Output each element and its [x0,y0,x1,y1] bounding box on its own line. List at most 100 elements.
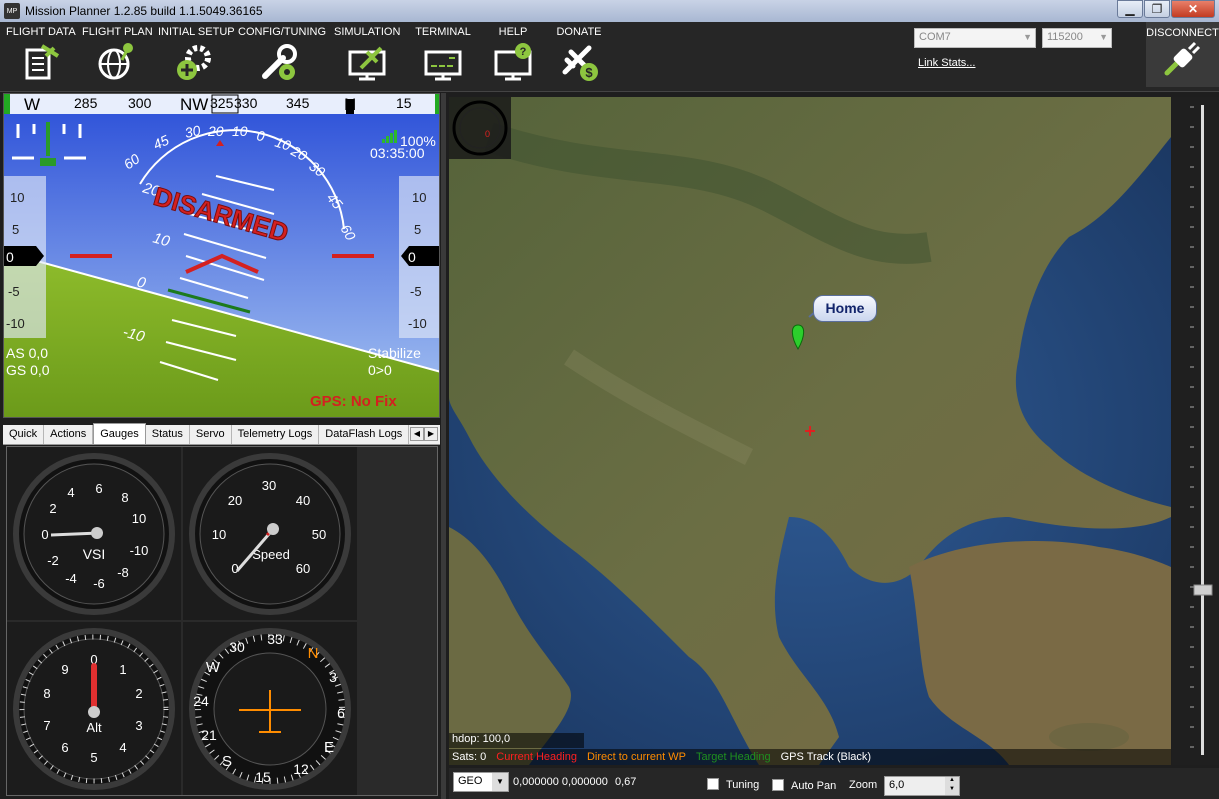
autopan-checkbox[interactable] [772,779,784,791]
chevron-down-icon: ▼ [1023,32,1032,42]
chevron-up-icon[interactable]: ▲ [945,777,959,786]
speed-tape-label: -5 [8,284,20,299]
menu-simulation[interactable]: SIMULATION [334,26,400,82]
compass-tick: W [206,659,221,676]
altitude-tick: 5 [90,750,97,765]
tab-telemetry-logs[interactable]: Telemetry Logs [232,425,320,444]
tab-actions[interactable]: Actions [44,425,94,444]
maximize-button[interactable]: ❐ [1144,0,1170,18]
tuning-checkbox[interactable] [707,778,719,790]
altitude-tape-label: -5 [410,284,422,299]
vsi-tick: 4 [67,485,74,500]
vsi-tick: 2 [49,501,56,516]
compass-tick: 15 [255,769,271,785]
altitude-tick: 8 [43,686,50,701]
altitude-gauge: 0 1 9 2 8 3 7 4 6 5 Alt [7,622,181,795]
gauges-panel: 6 4 8 2 10 0 -10 -2 -8 -4 -6 VSI 30 20 4… [6,446,438,796]
window-title: Mission Planner 1.2.85 build 1.1.5049.36… [25,4,263,18]
speed-gauge: 30 20 40 10 50 0 60 Speed [183,447,357,620]
speed-tick: 10 [212,527,226,542]
vsi-tick: 6 [95,481,102,496]
tab-quick[interactable]: Quick [3,425,45,444]
vsi-tick: -8 [117,565,129,580]
donate-icon: $ [562,45,598,81]
vsi-tick: -2 [47,553,59,568]
map-legend: Sats: 0 Current Heading Direct to curren… [449,749,1171,765]
tab-scroll-right-icon[interactable]: ▶ [424,427,438,441]
title-bar: MP Mission Planner 1.2.85 build 1.1.5049… [0,0,1219,22]
tab-gauges[interactable]: Gauges [93,423,146,444]
menu-config-tuning[interactable]: CONFIG/TUNING [238,26,326,82]
speed-tape-label: -10 [6,316,25,331]
zoom-thumb[interactable] [1193,584,1213,596]
heading-label: 345 [286,95,310,111]
flight-time: 03:35:00 [370,145,425,161]
zoom-slider[interactable] [1172,97,1219,765]
help-icon: ? [494,43,532,81]
compass-tick: 6 [337,705,345,721]
menu-initial-setup[interactable]: INITIAL SETUP [158,26,235,82]
altitude-tick: 9 [61,662,68,677]
map-view[interactable]: 0 [449,97,1171,765]
chevron-down-icon[interactable]: ▼ [945,786,959,795]
altitude-tape-label: 10 [412,190,426,205]
plug-icon [1164,41,1200,76]
speed-tick: 40 [296,493,310,508]
svg-text:$: $ [585,65,593,80]
zoom-stepper[interactable]: 6,0 ▲ ▼ [884,776,960,796]
tab-dataflash-logs[interactable]: DataFlash Logs [319,425,410,444]
menu-donate[interactable]: DONATE $ [552,26,606,82]
waypoint-readout: 0>0 [368,362,392,378]
port-select[interactable]: COM7 ▼ [914,28,1036,48]
roll-label: 10 [232,123,248,139]
vsi-tick: -10 [130,543,149,558]
menu-flight-data[interactable]: FLIGHT DATA [6,26,76,82]
disconnect-button[interactable]: DISCONNECT [1146,22,1219,87]
zoom-label: Zoom [849,779,878,791]
tab-servo[interactable]: Servo [190,425,232,444]
tab-status[interactable]: Status [146,425,190,444]
menu-help[interactable]: HELP ? [486,26,540,82]
map-rose-value: 0 [485,129,490,139]
minimize-button[interactable]: ▁ [1117,0,1143,18]
vsi-tick: -4 [65,571,77,586]
link-stats-link[interactable]: Link Stats... [918,57,975,69]
terminal-icon [424,50,462,81]
compass-tick: 21 [201,727,217,743]
compass-tick: 3 [329,669,337,685]
coordinates-readout: 0,000000 0,000000 [513,776,608,788]
speed-tape-label: 10 [10,190,24,205]
speed-tick: 60 [296,561,310,576]
baud-select[interactable]: 115200 ▼ [1042,28,1112,48]
menu-terminal[interactable]: TERMINAL [414,26,472,82]
compass-gauge: 33 N 3 6 E 12 15 S 21 24 W 30 [183,622,357,795]
legend-target-heading: Target Heading [696,751,771,763]
altitude-value: 0 [408,249,416,265]
config-tuning-icon [262,44,297,80]
altitude-label: Alt [86,720,102,735]
vsi-label: VSI [83,546,106,562]
close-button[interactable]: ✕ [1171,0,1215,18]
autopan-label: Auto Pan [791,780,837,792]
heading-label: W [24,95,40,114]
airspeed-readout: AS 0,0 [6,345,48,361]
altitude-tick: 3 [135,718,142,733]
compass-tick: 24 [193,693,209,709]
heading-label: NW [180,95,208,114]
vsi-tick: -6 [93,576,105,591]
tab-scroll-left-icon[interactable]: ◀ [410,427,424,441]
panel-splitter[interactable] [441,93,446,799]
tuning-label: Tuning [726,779,760,791]
compass-tick: E [324,739,334,756]
speed-tick: 50 [312,527,326,542]
legend-gps-track: GPS Track (Black) [780,751,872,763]
flight-mode: Stabilize [368,345,421,361]
chevron-down-icon: ▼ [1099,32,1108,42]
menu-flight-plan[interactable]: FLIGHT PLAN [82,26,153,82]
speed-value: 0 [6,249,14,265]
coord-type-select[interactable]: GEO ▼ [453,772,509,792]
speed-label: Speed [252,547,290,562]
sats-readout: Sats: 0 [452,751,487,763]
vsi-gauge: 6 4 8 2 10 0 -10 -2 -8 -4 -6 VSI [7,447,181,620]
legend-direct-wp: Direct to current WP [586,751,686,763]
